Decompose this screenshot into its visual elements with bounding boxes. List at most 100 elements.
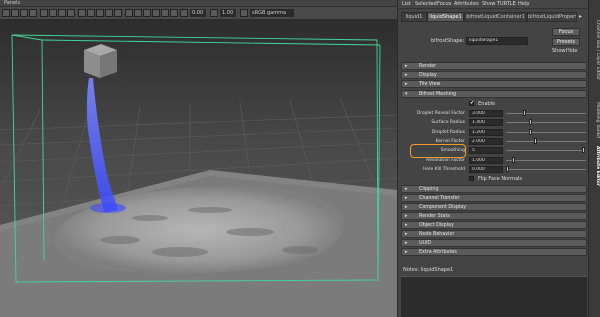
section-node-behavior[interactable]: ▸ Node Behavior: [401, 230, 587, 238]
depth-of-field-icon[interactable]: [170, 9, 178, 17]
menu-list[interactable]: List: [402, 1, 411, 7]
image-plane-icon[interactable]: [29, 9, 37, 17]
attribute-value-field[interactable]: 2.000: [469, 138, 503, 145]
section-render-stats[interactable]: ▸ Render Stats: [401, 212, 587, 220]
expand-arrow-icon: ▸: [405, 249, 408, 255]
gate-mask-icon[interactable]: [67, 9, 75, 17]
slider-handle[interactable]: [533, 138, 537, 144]
viewport-panel[interactable]: Panels 0.00 1.00 sRGB gamma: [0, 0, 397, 317]
section-tile-view[interactable]: ▸ Tile View: [401, 80, 587, 88]
tab-liquidshape1[interactable]: liquidShape1: [427, 12, 464, 22]
wireframe-icon[interactable]: [78, 9, 86, 17]
tab-bifrost-liquid-property[interactable]: bifrostLiquidPropert: [527, 12, 577, 22]
slider-handle[interactable]: [582, 147, 586, 153]
textured-icon[interactable]: [96, 9, 104, 17]
attribute-slider[interactable]: [506, 141, 586, 142]
viewport-toolbar: 0.00 1.00 sRGB gamma: [0, 7, 397, 20]
panels-menu[interactable]: Panels: [4, 0, 20, 6]
ambient-occlusion-icon[interactable]: [152, 9, 160, 17]
attribute-label: Droplet Radius: [431, 130, 465, 135]
notes-label: Notes: liquidShape1: [403, 267, 454, 273]
attribute-slider[interactable]: [506, 122, 586, 123]
gamma-field[interactable]: 1.00: [220, 9, 236, 17]
attribute-value-field[interactable]: 0.000: [469, 166, 503, 173]
section-render[interactable]: ▸ Render: [401, 62, 587, 70]
notes-panel[interactable]: Notes: liquidShape1: [401, 267, 587, 317]
expand-arrow-icon: ▸: [405, 63, 408, 69]
slider-handle[interactable]: [512, 157, 516, 163]
node-tabs: liquid1 liquidShape1 bifrostLiquidContai…: [398, 12, 589, 22]
section-display[interactable]: ▸ Display: [401, 71, 587, 79]
dock-tab-attribute-editor[interactable]: Attribute Editor: [590, 144, 600, 188]
section-uuid[interactable]: ▸ UUID: [401, 239, 587, 247]
attribute-slider[interactable]: [506, 113, 586, 114]
show-button[interactable]: Show: [552, 48, 566, 54]
xray-joints-icon[interactable]: [134, 9, 142, 17]
expand-arrow-icon: ▸: [405, 72, 408, 78]
dock-tab-modeling-toolkit[interactable]: Modeling Toolkit: [590, 98, 600, 142]
slider-handle[interactable]: [506, 166, 509, 172]
shape-name-field[interactable]: liquidShape1: [466, 37, 528, 45]
expand-arrow-icon: ▸: [405, 186, 408, 192]
xray-icon[interactable]: [125, 9, 133, 17]
section-component-display[interactable]: ▸ Component Display: [401, 203, 587, 211]
attribute-slider[interactable]: [506, 160, 586, 161]
isolate-select-icon[interactable]: [143, 9, 151, 17]
attribute-label: Droplet Reveal Factor: [416, 111, 465, 116]
enable-label: Enable: [478, 101, 496, 107]
section-clipping[interactable]: ▸ Clipping: [401, 185, 587, 193]
attribute-value-field[interactable]: 3.000: [469, 110, 503, 117]
checkmark-icon: ✔: [470, 100, 475, 106]
menu-show[interactable]: Show: [482, 1, 496, 7]
section-channel-transfer[interactable]: ▸ Channel Transfer: [401, 194, 587, 202]
hide-button[interactable]: Hide: [566, 48, 577, 54]
menu-selected[interactable]: Selected: [415, 1, 437, 7]
dock-tab-channel-box[interactable]: Channel Box / Layer Editor: [590, 4, 600, 96]
antialiasing-icon[interactable]: [161, 9, 169, 17]
resolution-gate-icon[interactable]: [58, 9, 66, 17]
slider-handle[interactable]: [529, 119, 533, 125]
tab-bifrost-liquid-container[interactable]: bifrostLiquidContainer1: [464, 12, 527, 22]
expand-arrow-icon: ▸: [405, 231, 408, 237]
menu-attributes[interactable]: Attributes: [454, 1, 479, 7]
tab-liquid1[interactable]: liquid1: [401, 12, 427, 22]
attribute-slider[interactable]: [506, 169, 586, 170]
menu-turtle[interactable]: TURTLE: [497, 1, 516, 7]
slider-handle[interactable]: [529, 129, 533, 135]
grid-icon[interactable]: [40, 9, 48, 17]
attribute-editor-menubar: List Selected Focus Attributes Show TURT…: [398, 0, 589, 9]
attribute-value-field[interactable]: 1.200: [469, 129, 503, 136]
focus-button[interactable]: Focus: [552, 28, 580, 36]
attribute-label: Surface Radius: [431, 120, 465, 125]
slider-handle[interactable]: [522, 110, 526, 116]
viewport-menubar: Panels: [0, 0, 397, 7]
enable-checkbox[interactable]: ✔: [469, 100, 475, 106]
3d-scene-view[interactable]: [0, 20, 397, 317]
presets-button[interactable]: Presets: [552, 38, 580, 46]
section-bifrost-meshing[interactable]: ▾ Bifrost Meshing: [401, 90, 587, 98]
attribute-value-field[interactable]: 1.000: [469, 157, 503, 164]
exposure-field[interactable]: 0.00: [190, 9, 206, 17]
smooth-shade-icon[interactable]: [87, 9, 95, 17]
attribute-label: Hole Kill Threshold: [423, 167, 465, 172]
shadows-icon[interactable]: [114, 9, 122, 17]
attribute-label: Resolution Factor: [426, 158, 465, 163]
section-extra-attributes[interactable]: ▸ Extra Attributes: [401, 248, 587, 256]
section-object-display[interactable]: ▸ Object Display: [401, 221, 587, 229]
menu-focus[interactable]: Focus: [437, 1, 451, 7]
attribute-value-field[interactable]: 1.400: [469, 119, 503, 126]
attribute-value-field[interactable]: 5: [469, 147, 503, 154]
lighting-icon[interactable]: [105, 9, 113, 17]
attribute-slider[interactable]: [506, 150, 586, 151]
camera-attributes-icon[interactable]: [11, 9, 19, 17]
flip-face-normals-label: Flip Face Normals: [478, 176, 523, 182]
bookmark-icon[interactable]: [20, 9, 28, 17]
color-management-icon[interactable]: [240, 9, 248, 17]
menu-help[interactable]: Help: [518, 1, 529, 7]
view-transform-dropdown[interactable]: sRGB gamma: [250, 9, 294, 17]
select-camera-icon[interactable]: [2, 9, 10, 17]
film-gate-icon[interactable]: [49, 9, 57, 17]
flip-face-normals-checkbox[interactable]: [469, 176, 474, 181]
tab-scroll-right-icon[interactable]: ▸: [579, 13, 582, 20]
attribute-slider[interactable]: [506, 132, 586, 133]
